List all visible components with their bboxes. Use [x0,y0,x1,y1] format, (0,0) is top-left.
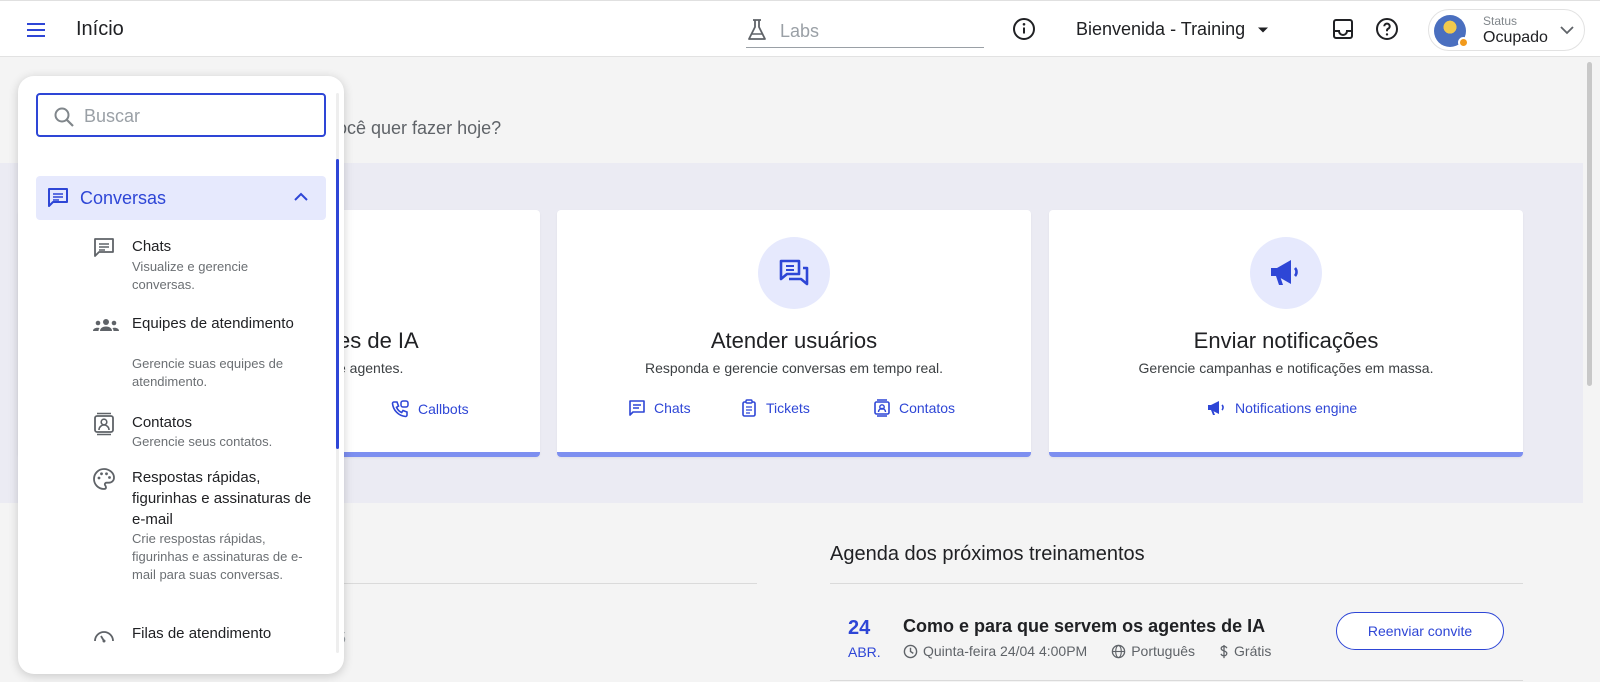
link-label: Contatos [899,400,956,416]
nav-item-contacts[interactable]: Contatos Gerencie seus contatos. [92,412,322,457]
link-label: Notifications engine [1235,400,1358,416]
top-bar: Início Bienvenida - Training Status Ocup… [0,0,1600,57]
megaphone-icon [1271,260,1298,285]
event-language: Português [1111,643,1207,659]
drawer-scrollbar[interactable] [336,159,339,449]
search-input[interactable] [84,103,314,129]
nav-item-title: Respostas rápidas, figurinhas e assinatu… [132,469,312,528]
workspace-label: Bienvenida - Training [1076,19,1246,39]
flask-icon [748,19,766,40]
event-month: ABR. [848,644,881,660]
card-serve-users: Atender usuários Responda e gerencie con… [557,210,1031,457]
contact-card-icon [874,399,890,417]
user-status-menu[interactable]: Status Ocupado [1428,9,1585,51]
event-datetime-text: Quinta-feira 24/04 4:00PM [923,643,1088,659]
nav-item-description: Gerencie suas equipes de atendimento. [132,356,284,389]
help-icon[interactable] [1375,17,1399,41]
nav-item-title: Filas de atendimento [132,625,272,642]
status-label: Status [1483,14,1518,28]
clipboard-icon [742,399,756,417]
resend-invite-button[interactable]: Reenviar convite [1336,612,1504,650]
palette-icon [93,468,115,490]
workspace-selector[interactable]: Bienvenida - Training [1076,19,1269,40]
divider [830,680,1523,681]
nav-item-queues[interactable]: Filas de atendimento [92,623,322,653]
nav-item-title: Contatos [132,414,193,431]
nav-item-description: Visualize e gerencie conversas. [132,259,249,292]
link-contacts[interactable]: Contatos [873,399,955,417]
phone-bot-icon [391,400,409,418]
link-callbots[interactable]: Callbots [390,399,469,419]
status-dot [1458,37,1469,48]
event-day: 24 [848,617,871,639]
card-send-notifications: Enviar notificações Gerencie campanhas e… [1049,210,1523,457]
drawer-search[interactable] [36,93,326,137]
chat-icon [48,188,68,207]
status-value: Ocupado [1483,29,1548,46]
nav-item-chats[interactable]: Chats Visualize e gerencie conversas. [92,236,322,296]
nav-item-description: Crie respostas rápidas, figurinhas e ass… [132,531,303,582]
menu-icon[interactable] [24,18,48,42]
chat-bubbles-icon [779,259,809,286]
event-price-text: Grátis [1234,643,1272,659]
labs-field[interactable] [746,14,984,48]
divider [337,583,757,584]
card-description: e agentes. [338,360,404,376]
megaphone-icon-circle [1250,237,1322,309]
event-meta: Quinta-feira 24/04 4:00PM Português Grát… [903,643,1295,659]
dollar-icon [1220,644,1228,658]
nav-item-title: Chats [132,238,172,255]
group-icon [93,319,119,331]
nav-item-description: Gerencie seus contatos. [132,434,273,449]
page-scrollbar[interactable] [1587,62,1592,386]
chevron-down-icon [1560,26,1574,35]
nav-item-teams[interactable]: Equipes de atendimento Gerencie suas equ… [92,313,322,393]
link-label: Tickets [766,400,810,416]
chevron-up-icon [294,192,308,201]
link-notifications-engine[interactable]: Notifications engine [1207,399,1357,417]
nav-item-title: Equipes de atendimento [132,315,294,332]
nav-group-label: Conversas [80,188,167,208]
globe-icon [1111,644,1126,658]
link-label: Callbots [418,401,469,417]
chat-icon [94,238,114,257]
clock-icon [903,644,918,658]
event-language-text: Português [1131,643,1196,659]
page-subtitle: ocê quer fazer hoje? [337,118,502,138]
event-datetime: Quinta-feira 24/04 4:00PM [903,643,1099,659]
info-icon[interactable] [1012,17,1036,41]
divider [830,583,1523,584]
chat-icon [629,400,645,416]
link-label: Chats [654,400,691,416]
agenda-title: Agenda dos próximos treinamentos [830,543,1145,565]
search-icon [54,107,74,127]
megaphone-icon [1208,401,1224,415]
card-description: Responda e gerencie conversas em tempo r… [644,360,944,376]
nav-group-conversas[interactable]: Conversas [36,176,326,220]
link-chats[interactable]: Chats [628,399,691,417]
navigation-drawer: Conversas Chats Visualize e gerencie con… [18,76,344,674]
card-title: es de IA [338,328,419,353]
speedometer-icon [94,631,114,643]
card-title: Enviar notificações [1193,328,1379,353]
card-description: Gerencie campanhas e notificações em mas… [1138,360,1434,376]
event-price: Grátis [1219,643,1283,659]
inbox-icon[interactable] [1331,17,1355,41]
link-tickets[interactable]: Tickets [740,399,810,417]
contact-card-icon [94,412,114,436]
nav-item-quick-replies[interactable]: Respostas rápidas, figurinhas e assinatu… [92,467,322,607]
card-title: Atender usuários [710,328,878,353]
labs-input[interactable] [780,18,980,44]
caret-down-icon [1258,27,1269,32]
event-title: Como e para que servem os agentes de IA [903,616,1266,636]
chat-bubbles-icon-circle [758,237,830,309]
page-title: Início [76,18,124,40]
